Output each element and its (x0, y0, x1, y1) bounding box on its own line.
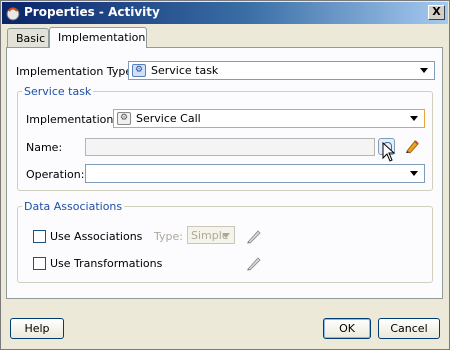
type-select[interactable]: Simple (187, 226, 235, 244)
mouse-cursor-icon (382, 142, 396, 162)
chevron-down-icon (407, 167, 422, 180)
ok-button[interactable]: OK (323, 318, 371, 339)
tab-implementation[interactable]: Implementation (49, 27, 147, 48)
help-button[interactable]: Help (10, 318, 64, 339)
close-icon: X (432, 5, 441, 18)
implementation-type-select[interactable]: ⚙ Service task (128, 61, 435, 80)
implementation-type-value: Service task (151, 64, 219, 77)
operation-select[interactable] (85, 164, 425, 183)
operation-label: Operation: (26, 168, 85, 181)
implementation-value: Service Call (136, 112, 201, 125)
title-bar[interactable]: Properties - Activity X (2, 2, 448, 24)
use-transformations-label[interactable]: Use Transformations (50, 257, 162, 270)
service-task-icon: ⚙ (132, 64, 146, 77)
name-field[interactable] (85, 138, 375, 156)
use-associations-label[interactable]: Use Associations (50, 230, 142, 243)
edit-icon[interactable] (245, 228, 261, 244)
use-transformations-checkbox[interactable] (33, 257, 46, 270)
use-associations-checkbox[interactable] (33, 230, 46, 243)
tab-basic[interactable]: Basic (7, 28, 49, 47)
type-label: Type: (154, 230, 183, 243)
data-associations-legend: Data Associations (24, 200, 123, 213)
app-icon (6, 7, 20, 21)
cancel-button[interactable]: Cancel (378, 318, 440, 339)
chevron-down-icon (407, 112, 422, 125)
implementation-type-label: Implementation Type: (16, 65, 136, 78)
implementation-panel: Implementation Type: ⚙ Service task Serv… (6, 47, 443, 299)
service-task-legend: Service task (24, 85, 92, 98)
name-label: Name: (26, 141, 63, 154)
implementation-label: Implementation: (26, 113, 118, 126)
type-value: Simple (191, 229, 229, 242)
edit-icon[interactable] (245, 255, 261, 271)
pencil-icon[interactable] (404, 138, 420, 154)
close-button[interactable]: X (428, 5, 445, 20)
window-title: Properties - Activity (24, 5, 160, 19)
implementation-select[interactable]: ⚙ Service Call (113, 109, 425, 128)
chevron-down-icon (417, 64, 432, 77)
properties-dialog: Properties - Activity X Basic Implementa… (0, 0, 450, 350)
gear-icon: ⚙ (117, 112, 131, 125)
